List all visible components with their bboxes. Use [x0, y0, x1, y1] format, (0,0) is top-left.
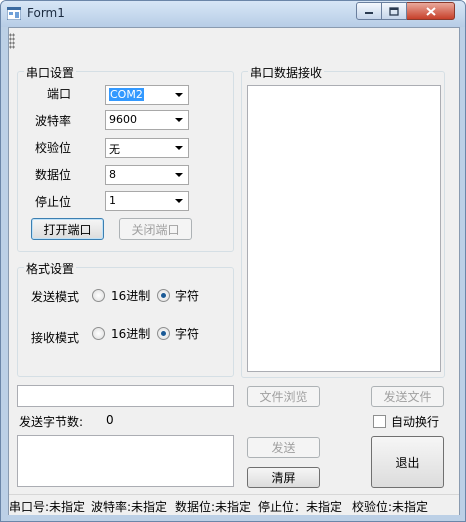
- app-icon: [7, 7, 21, 20]
- serial-settings-title: 串口设置: [24, 64, 77, 81]
- minimize-icon: [365, 12, 373, 14]
- send-hex-radio[interactable]: [92, 289, 105, 302]
- app-window: Form1 串口设置 端口 COM2 波特率 9600 校验位 无 数据位 8 …: [0, 0, 466, 522]
- chevron-down-icon[interactable]: [175, 199, 183, 203]
- baud-label: 波特率: [35, 114, 72, 128]
- parity-label: 校验位: [35, 141, 72, 155]
- browse-file-button[interactable]: 文件浏览: [247, 386, 320, 407]
- baud-value: 9600: [109, 113, 137, 126]
- send-char-radio[interactable]: [157, 289, 170, 302]
- window-title: Form1: [27, 6, 65, 20]
- chevron-down-icon[interactable]: [175, 173, 183, 177]
- clear-screen-button[interactable]: 清屏: [247, 467, 320, 488]
- databits-value: 8: [109, 168, 116, 181]
- receive-char-label[interactable]: 字符: [175, 325, 199, 342]
- bytes-sent-label: 发送字节数:: [19, 415, 84, 429]
- bytes-sent-value: 0: [106, 413, 114, 427]
- close-window-button[interactable]: [407, 2, 455, 20]
- file-path-input[interactable]: [17, 385, 234, 407]
- auto-newline-checkbox[interactable]: [373, 415, 386, 428]
- receive-group-title: 串口数据接收: [248, 64, 325, 81]
- minimize-button[interactable]: [356, 2, 382, 20]
- status-databits: 数据位:未指定: [175, 500, 252, 514]
- send-hex-label[interactable]: 16进制: [111, 287, 150, 304]
- port-combobox[interactable]: COM2: [105, 85, 189, 105]
- send-button[interactable]: 发送: [247, 437, 320, 458]
- receive-textarea[interactable]: [247, 85, 441, 372]
- receive-hex-label[interactable]: 16进制: [111, 325, 150, 342]
- open-port-button[interactable]: 打开端口: [31, 218, 104, 240]
- send-char-label[interactable]: 字符: [175, 287, 199, 304]
- close-icon: [425, 6, 436, 16]
- receive-char-radio[interactable]: [157, 327, 170, 340]
- status-stopbits: 停止位：未指定: [258, 500, 343, 514]
- status-parity: 校验位:未指定: [352, 500, 429, 514]
- form-client-area: 串口设置 端口 COM2 波特率 9600 校验位 无 数据位 8 停止位 1 …: [8, 27, 460, 515]
- parity-value: 无: [109, 143, 120, 156]
- format-settings-title: 格式设置: [24, 260, 77, 277]
- send-textarea[interactable]: [17, 435, 234, 487]
- parity-combobox[interactable]: 无: [105, 138, 189, 158]
- stopbits-value: 1: [109, 194, 116, 207]
- status-bar: 串口号:未指定 波特率:未指定 数据位:未指定 停止位：未指定 校验位:未指定: [9, 494, 459, 515]
- maximize-icon: [389, 6, 399, 16]
- port-label: 端口: [47, 87, 72, 101]
- chevron-down-icon[interactable]: [175, 93, 183, 97]
- databits-combobox[interactable]: 8: [105, 165, 189, 185]
- port-value: COM2: [109, 88, 144, 101]
- receive-mode-label: 接收模式: [31, 331, 80, 345]
- title-bar[interactable]: Form1: [1, 1, 465, 27]
- databits-label: 数据位: [35, 168, 72, 182]
- status-port: 串口号:未指定: [9, 500, 86, 514]
- status-baud: 波特率:未指定: [91, 500, 168, 514]
- send-mode-label: 发送模式: [31, 290, 80, 304]
- receive-hex-radio[interactable]: [92, 327, 105, 340]
- stopbits-label: 停止位: [35, 195, 72, 209]
- close-port-button[interactable]: 关闭端口: [119, 218, 192, 240]
- baud-combobox[interactable]: 9600: [105, 110, 189, 130]
- exit-button[interactable]: 退出: [371, 436, 444, 488]
- toolstrip-grip-icon[interactable]: [9, 33, 15, 49]
- chevron-down-icon[interactable]: [175, 118, 183, 122]
- send-file-button[interactable]: 发送文件: [371, 386, 444, 407]
- maximize-button[interactable]: [382, 2, 407, 20]
- format-settings-group: 格式设置: [17, 260, 234, 377]
- stopbits-combobox[interactable]: 1: [105, 191, 189, 211]
- auto-newline-label[interactable]: 自动换行: [391, 413, 439, 430]
- chevron-down-icon[interactable]: [175, 146, 183, 150]
